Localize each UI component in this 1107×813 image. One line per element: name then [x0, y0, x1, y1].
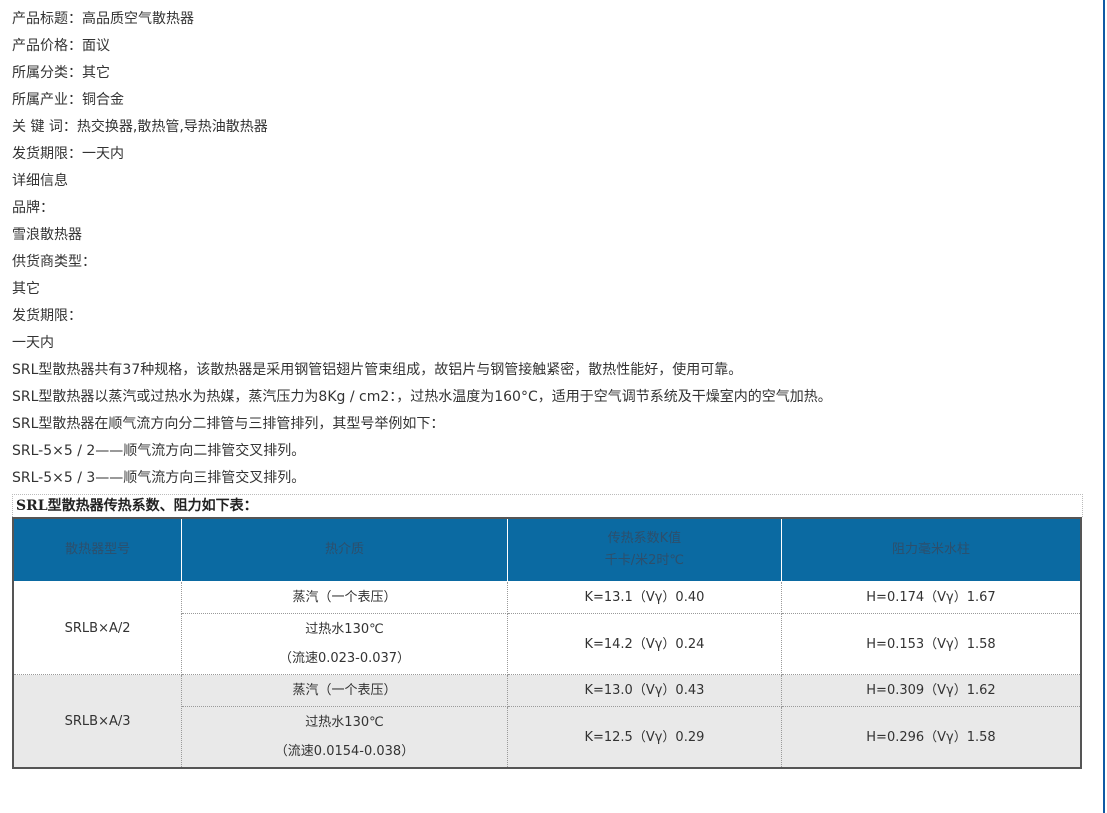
description-line: SRL型散热器在顺气流方向分二排管与三排管排列，其型号举例如下：	[12, 416, 445, 432]
table-title: SRL型散热器传热系数、阻力如下表：	[12, 494, 1083, 517]
page-right-border	[1103, 0, 1105, 813]
h-cell: H=0.174（Vγ）1.67	[780, 581, 1082, 614]
header-k-line2: 千卡/米2时℃	[604, 553, 685, 568]
header-model: 散热器型号	[12, 517, 183, 582]
header-k-line1: 传热系数K值	[607, 531, 682, 546]
delivery-label: 发货期限：	[12, 308, 82, 324]
medium-line1: 过热水130℃	[305, 715, 384, 730]
header-k-value: 传热系数K值 千卡/米2时℃	[506, 517, 782, 582]
h-cell: H=0.153（Vγ）1.58	[780, 613, 1082, 675]
medium-cell: 蒸汽（一个表压）	[181, 674, 508, 707]
description-line: SRL型散热器共有37种规格，该散热器是采用钢管铝翅片管束组成，故铝片与钢管接触…	[12, 362, 743, 378]
k-cell: K=12.5（Vγ）0.29	[506, 706, 782, 769]
supplier-type-value: 其它	[12, 281, 40, 297]
product-detail: 产品标题：高品质空气散热器 产品价格：面议 所属分类：其它 所属产业：铜合金 关…	[12, 6, 1092, 769]
medium-cell: 蒸汽（一个表压）	[181, 581, 508, 614]
medium-line1: 过热水130℃	[305, 622, 384, 637]
brand-label: 品牌：	[12, 200, 54, 216]
table-header-row: 散热器型号 热介质 传热系数K值 千卡/米2时℃ 阻力毫米水柱	[12, 517, 1082, 582]
spec-table: 散热器型号 热介质 传热系数K值 千卡/米2时℃ 阻力毫米水柱 SRLB×A/2…	[12, 517, 1082, 769]
h-cell: H=0.296（Vγ）1.58	[780, 706, 1082, 769]
medium-line2: （流速0.023-0.037）	[278, 651, 411, 666]
brand-value: 雪浪散热器	[12, 227, 82, 243]
product-delivery: 发货期限：一天内	[12, 146, 124, 162]
product-keywords: 关 键 词：热交换器,散热管,导热油散热器	[12, 119, 268, 135]
product-category: 所属分类：其它	[12, 65, 110, 81]
medium-line2: （流速0.0154-0.038）	[274, 744, 415, 759]
k-cell: K=14.2（Vγ）0.24	[506, 613, 782, 675]
description-line: SRL-5×5 / 2——顺气流方向二排管交叉排列。	[12, 443, 306, 459]
header-medium: 热介质	[181, 517, 508, 582]
h-cell: H=0.309（Vγ）1.62	[780, 674, 1082, 707]
description-line: SRL型散热器以蒸汽或过热水为热媒，蒸汽压力为8Kg / cm2：，过热水温度为…	[12, 389, 832, 405]
model-cell: SRLB×A/2	[12, 581, 183, 675]
detail-heading: 详细信息	[12, 173, 68, 189]
supplier-type-label: 供货商类型：	[12, 254, 96, 270]
k-cell: K=13.1（Vγ）0.40	[506, 581, 782, 614]
product-title: 产品标题：高品质空气散热器	[12, 11, 194, 27]
product-price: 产品价格：面议	[12, 38, 110, 54]
medium-cell: 过热水130℃ （流速0.0154-0.038）	[181, 706, 508, 769]
product-industry: 所属产业：铜合金	[12, 92, 124, 108]
k-cell: K=13.0（Vγ）0.43	[506, 674, 782, 707]
table-row: SRLB×A/2 蒸汽（一个表压） K=13.1（Vγ）0.40 H=0.174…	[12, 581, 1082, 675]
model-cell: SRLB×A/3	[12, 674, 183, 769]
table-row: SRLB×A/3 蒸汽（一个表压） K=13.0（Vγ）0.43 H=0.309…	[12, 674, 1082, 769]
header-resistance: 阻力毫米水柱	[780, 517, 1082, 582]
delivery-value: 一天内	[12, 335, 54, 351]
description-line: SRL-5×5 / 3——顺气流方向三排管交叉排列。	[12, 470, 306, 486]
medium-cell: 过热水130℃ （流速0.023-0.037）	[181, 613, 508, 675]
